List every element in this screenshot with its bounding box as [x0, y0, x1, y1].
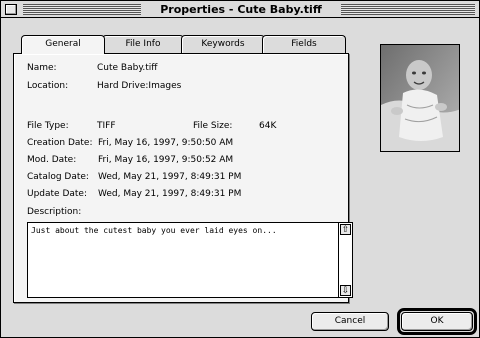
- scroll-up-arrow-icon[interactable]: ⇧: [340, 224, 351, 235]
- description-scrollbar[interactable]: ⇧ ⇩: [338, 223, 352, 297]
- description-label: Description:: [27, 207, 82, 217]
- name-value: Cute Baby.tiff: [97, 63, 158, 73]
- cancel-button[interactable]: Cancel: [311, 312, 389, 331]
- catalog-date-label: Catalog Date:: [27, 172, 89, 182]
- update-date-value: Wed, May 21, 1997, 8:49:31 PM: [98, 189, 242, 199]
- ok-button[interactable]: OK: [401, 312, 473, 331]
- tab-fields[interactable]: Fields: [262, 35, 346, 53]
- title-stripes-right: [341, 4, 475, 15]
- catalog-date-value: Wed, May 21, 1997, 8:49:31 PM: [98, 172, 242, 182]
- mod-date-label: Mod. Date:: [27, 155, 77, 165]
- window-title: Properties - Cute Baby.tiff: [141, 2, 341, 17]
- creation-date-label: Creation Date:: [27, 138, 93, 148]
- title-stripes-left: [23, 4, 141, 15]
- description-text[interactable]: Just about the cutest baby you ever laid…: [31, 226, 277, 235]
- title-bar[interactable]: Properties - Cute Baby.tiff: [1, 1, 479, 18]
- mod-date-value: Fri, May 16, 1997, 9:50:52 AM: [98, 155, 234, 165]
- properties-window: Properties - Cute Baby.tiff General File…: [0, 0, 480, 338]
- tab-keywords[interactable]: Keywords: [181, 35, 265, 53]
- location-label: Location:: [27, 81, 69, 91]
- close-box-icon[interactable]: [5, 4, 17, 15]
- location-value: Hard Drive:Images: [97, 81, 182, 91]
- file-type-label: File Type:: [27, 121, 69, 131]
- creation-date-value: Fri, May 16, 1997, 9:50:50 AM: [98, 138, 234, 148]
- update-date-label: Update Date:: [27, 189, 87, 199]
- file-size-label: File Size:: [193, 121, 233, 131]
- description-textarea[interactable]: Just about the cutest baby you ever laid…: [27, 222, 353, 298]
- tab-file-info[interactable]: File Info: [102, 35, 184, 53]
- file-size-value: 64K: [259, 121, 277, 131]
- scroll-down-arrow-icon[interactable]: ⇩: [340, 285, 351, 296]
- image-thumbnail: [380, 44, 460, 152]
- name-label: Name:: [27, 63, 57, 73]
- file-type-value: TIFF: [97, 121, 116, 131]
- baby-photo-icon: [381, 45, 459, 151]
- tab-general[interactable]: General: [21, 35, 105, 54]
